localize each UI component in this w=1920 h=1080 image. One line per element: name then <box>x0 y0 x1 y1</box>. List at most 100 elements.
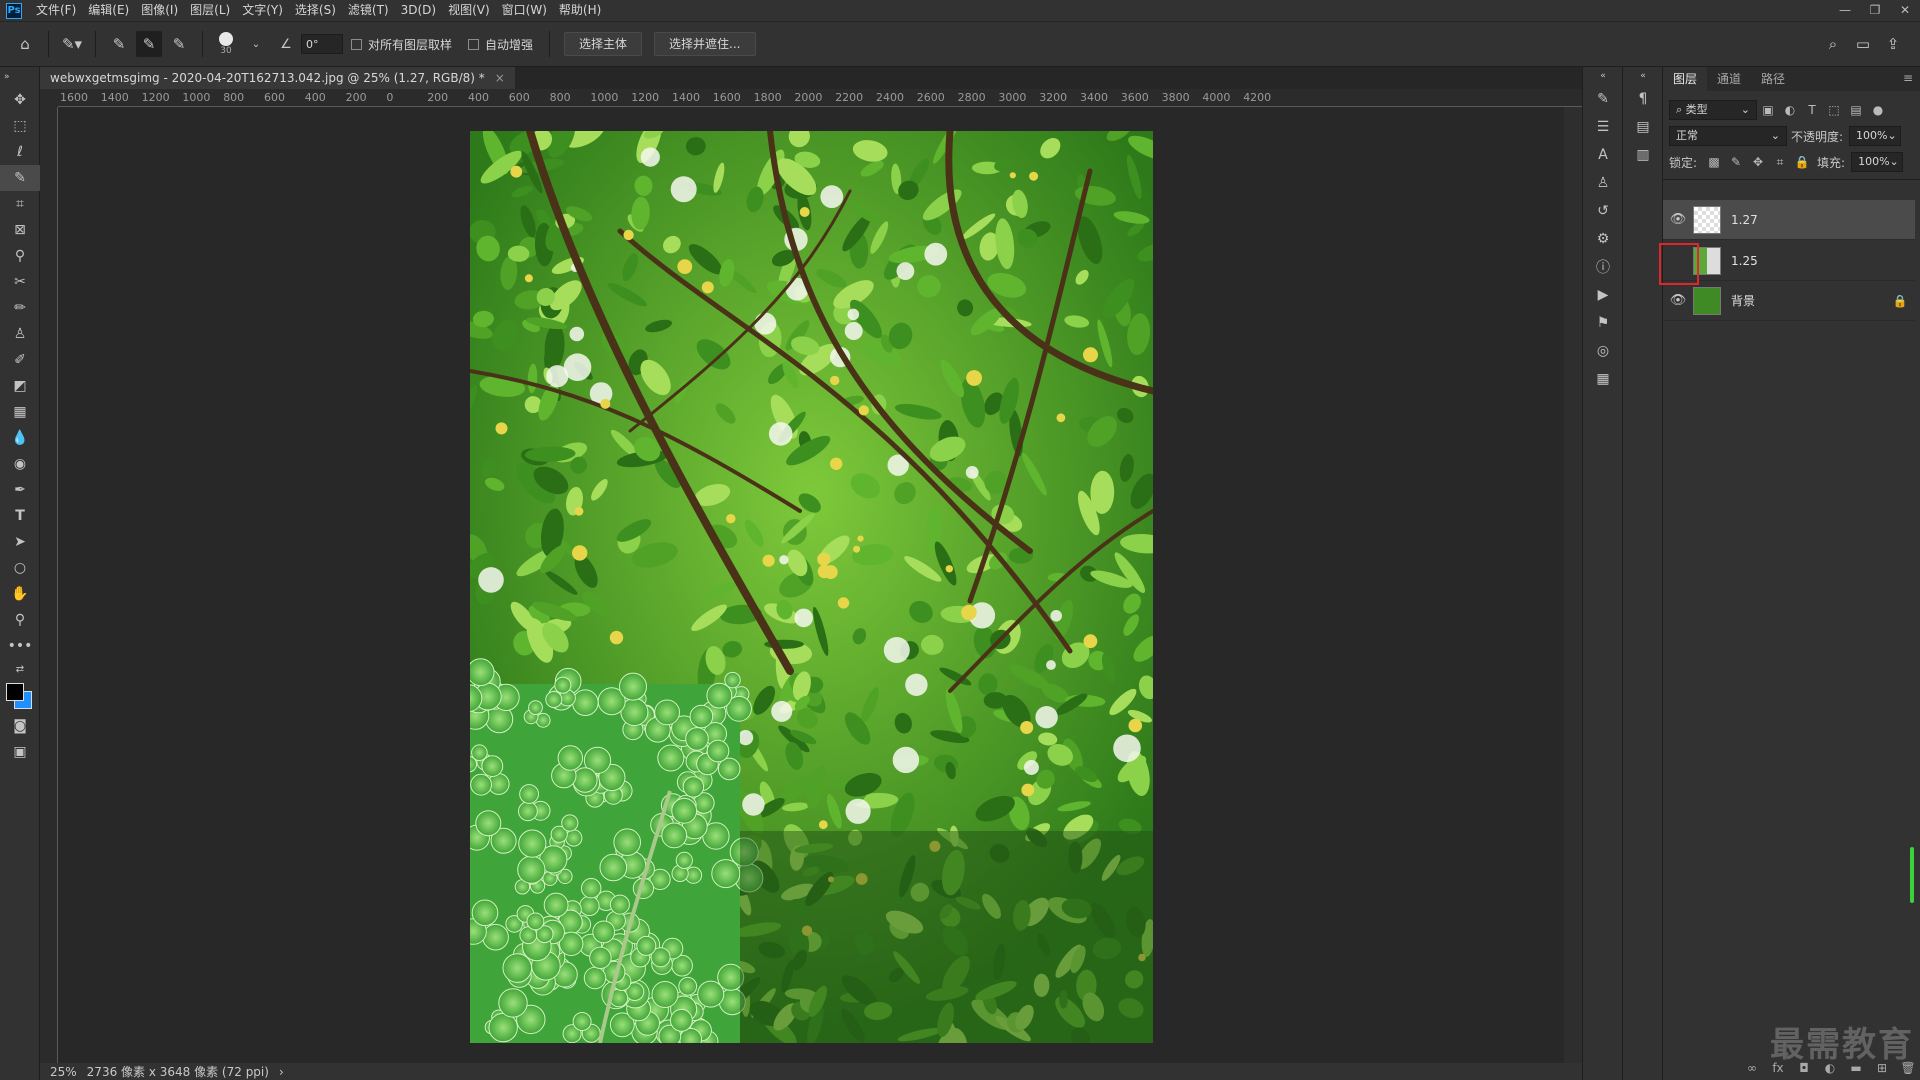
path-selection-icon[interactable]: ➤ <box>0 529 40 555</box>
smart-object-filter-icon[interactable]: ▤ <box>1845 103 1867 117</box>
collapse-icon[interactable]: » <box>0 67 44 87</box>
share-icon[interactable]: ⇪ <box>1880 31 1906 57</box>
layer-row-background[interactable]: 👁 背景 🔒 <box>1663 281 1915 321</box>
menu-file[interactable]: 文件(F) <box>30 0 82 21</box>
document-image[interactable] <box>470 131 1153 1043</box>
history-brush-icon[interactable]: ✐ <box>0 347 40 373</box>
tab-channels[interactable]: 通道 <box>1707 67 1751 91</box>
menu-layer[interactable]: 图层(L) <box>184 0 236 21</box>
checkbox-box[interactable] <box>468 38 480 50</box>
fill-input[interactable]: 100% ⌄ <box>1851 152 1904 172</box>
menu-select[interactable]: 选择(S) <box>289 0 342 21</box>
menu-filter[interactable]: 滤镜(T) <box>342 0 395 21</box>
menu-view[interactable]: 视图(V) <box>442 0 496 21</box>
vertical-scrollbar[interactable] <box>1564 107 1582 1063</box>
frame-tool-icon[interactable]: ⊠ <box>0 217 40 243</box>
quick-selection-preset-icon[interactable]: ✎▾ <box>59 31 85 57</box>
paragraph-icon[interactable]: ¶ <box>1623 85 1663 113</box>
3d-icon[interactable]: ◎ <box>1583 337 1623 365</box>
home-icon[interactable]: ⌂ <box>12 31 38 57</box>
brush-size-picker[interactable]: 30 <box>213 31 239 57</box>
swap-colors-icon[interactable]: ⇄ <box>0 659 40 679</box>
new-selection-icon[interactable]: ✎ <box>106 31 132 57</box>
panel-menu-icon[interactable]: ≡ <box>1903 71 1913 85</box>
sample-all-layers-checkbox[interactable]: 对所有图层取样 <box>351 36 452 53</box>
checkbox-box[interactable] <box>351 38 362 50</box>
screen-mode-icon[interactable]: ▣ <box>0 739 40 765</box>
properties-icon[interactable]: ⚑ <box>1583 309 1623 337</box>
menu-3d[interactable]: 3D(D) <box>395 0 442 21</box>
workspace-icon[interactable]: ▭ <box>1850 31 1876 57</box>
type-filter-icon[interactable]: T <box>1801 103 1823 117</box>
layer-row-1-27[interactable]: 👁 1.27 <box>1663 200 1915 240</box>
menu-image[interactable]: 图像(I) <box>135 0 184 21</box>
more-tools-icon[interactable]: ••• <box>0 633 40 659</box>
brush-settings-icon[interactable]: ✎ <box>1583 85 1623 113</box>
shape-filter-icon[interactable]: ⬚ <box>1823 103 1845 117</box>
layer-style-icon[interactable]: fx <box>1765 1061 1791 1075</box>
eyedropper-tool-icon[interactable]: ⚲ <box>0 243 40 269</box>
zoom-tool-icon[interactable]: ⚲ <box>0 607 40 633</box>
zoom-level[interactable]: 25% <box>50 1065 77 1079</box>
lock-all-icon[interactable]: 🔒 <box>1791 155 1813 169</box>
crop-tool-icon[interactable]: ⌗ <box>0 191 40 217</box>
blur-tool-icon[interactable]: 💧 <box>0 425 40 451</box>
hand-tool-icon[interactable]: ✋ <box>0 581 40 607</box>
quick-mask-icon[interactable]: ◙ <box>0 713 40 739</box>
adjustment-layer-icon[interactable]: ◐ <box>1817 1061 1843 1075</box>
tab-paths[interactable]: 路径 <box>1751 67 1795 91</box>
new-group-icon[interactable]: ▬ <box>1843 1061 1869 1075</box>
layer-filter-dropdown[interactable]: ⌕ 类型 ⌄ <box>1669 100 1757 120</box>
panel-scrollbar-indicator[interactable] <box>1910 847 1914 903</box>
pen-tool-icon[interactable]: ✒ <box>0 477 40 503</box>
subtract-from-selection-icon[interactable]: ✎ <box>166 31 192 57</box>
eraser-tool-icon[interactable]: ◩ <box>0 373 40 399</box>
status-arrow-icon[interactable]: › <box>279 1065 284 1079</box>
type-tool-icon[interactable]: T <box>0 503 40 529</box>
minimize-button[interactable]: — <box>1830 0 1860 21</box>
adjustment-filter-icon[interactable]: ◐ <box>1779 103 1801 117</box>
gradient-tool-icon[interactable]: ▦ <box>0 399 40 425</box>
layer-row-1-25[interactable]: 1.25 <box>1663 241 1915 281</box>
menu-window[interactable]: 窗口(W) <box>496 0 553 21</box>
eye-icon[interactable]: 👁 <box>1663 293 1693 308</box>
menu-type[interactable]: 文字(Y) <box>236 0 289 21</box>
angle-input[interactable]: 0° <box>301 34 343 54</box>
notes-icon[interactable]: ▥ <box>1623 141 1663 169</box>
lasso-tool-icon[interactable]: ℓ <box>0 139 40 165</box>
collapse-icon[interactable]: « <box>1583 67 1623 85</box>
stamp-tool-icon[interactable]: ♙ <box>0 321 40 347</box>
menu-edit[interactable]: 编辑(E) <box>82 0 135 21</box>
info-icon[interactable]: ⓘ <box>1583 253 1623 281</box>
lock-transparent-icon[interactable]: ▩ <box>1703 155 1725 169</box>
move-tool-icon[interactable]: ✥ <box>0 87 40 113</box>
restore-button[interactable]: ❐ <box>1860 0 1890 21</box>
character-icon[interactable]: A <box>1583 141 1623 169</box>
add-to-selection-icon[interactable]: ✎ <box>136 31 162 57</box>
table-icon[interactable]: ▦ <box>1583 365 1623 393</box>
quick-selection-tool-icon[interactable]: ✎ <box>0 165 40 191</box>
lock-pixels-icon[interactable]: ✎ <box>1725 155 1747 169</box>
healing-tool-icon[interactable]: ✂ <box>0 269 40 295</box>
brush-tool-icon[interactable]: ✏ <box>0 295 40 321</box>
history-icon[interactable]: ↺ <box>1583 197 1623 225</box>
pixel-filter-icon[interactable]: ▣ <box>1757 103 1779 117</box>
select-subject-button[interactable]: 选择主体 <box>564 32 643 56</box>
close-window-button[interactable]: ✕ <box>1890 0 1920 21</box>
new-layer-icon[interactable]: ⊞ <box>1869 1061 1895 1075</box>
marquee-tool-icon[interactable]: ⬚ <box>0 113 40 139</box>
close-tab-icon[interactable]: × <box>495 67 505 89</box>
lock-icon[interactable]: 🔒 <box>1885 294 1915 308</box>
select-and-mask-button[interactable]: 选择并遮住... <box>654 32 756 56</box>
clone-source-icon[interactable]: ♙ <box>1583 169 1623 197</box>
link-layers-icon[interactable]: ∞ <box>1739 1061 1765 1075</box>
document-tab[interactable]: webwxgetmsgimg - 2020-04-20T162713.042.j… <box>40 67 515 89</box>
adjustments-icon[interactable]: ☰ <box>1583 113 1623 141</box>
eye-icon[interactable]: 👁 <box>1663 212 1693 227</box>
vertical-ruler[interactable] <box>40 107 58 1063</box>
foreground-color-swatch[interactable] <box>6 683 24 701</box>
auto-enhance-checkbox[interactable]: 自动增强 <box>468 36 533 53</box>
opacity-input[interactable]: 100% ⌄ <box>1849 126 1902 146</box>
search-icon[interactable]: ⌕ <box>1820 31 1846 57</box>
lock-position-icon[interactable]: ✥ <box>1747 155 1769 169</box>
